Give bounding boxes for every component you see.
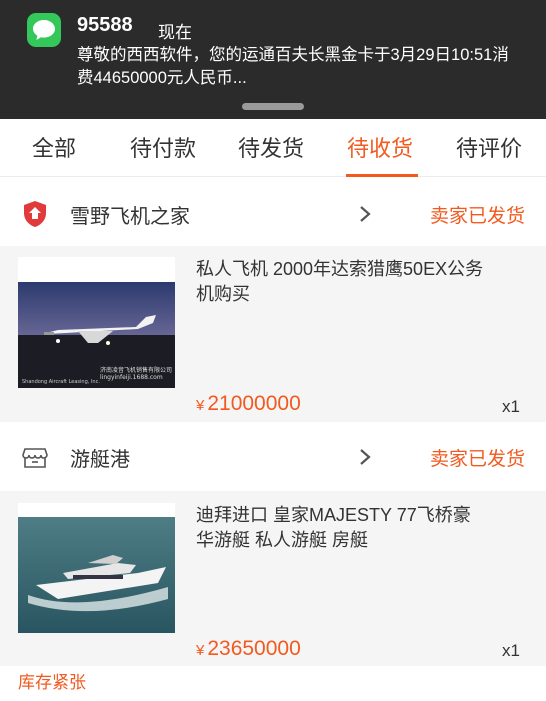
tab-pending-review[interactable]: 待评价 (456, 131, 522, 163)
price-value: 21000000 (207, 392, 301, 415)
tab-pending-shipment[interactable]: 待发货 (238, 131, 304, 163)
sms-notification-banner[interactable]: 95588 现在 尊敬的西西软件，您的运通百夫长黑金卡于3月29日10:51消费… (0, 0, 546, 119)
tab-pending-payment[interactable]: 待付款 (130, 131, 196, 163)
shop-name[interactable]: 游艇港 (70, 443, 130, 472)
shop-row[interactable]: 游艇港 卖家已发货 (0, 425, 546, 489)
yacht-photo (18, 517, 175, 633)
order-status-tabs: 全部 待付款 待发货 待收货 待评价 (0, 119, 546, 177)
price-value: 23650000 (207, 637, 301, 660)
currency-symbol: ¥ (196, 642, 205, 659)
shop-row[interactable]: 雪野飞机之家 卖家已发货 (0, 182, 546, 246)
chevron-right-icon[interactable] (358, 204, 372, 224)
notification-message: 尊敬的西西软件，您的运通百夫长黑金卡于3月29日10:51消费44650000元… (77, 46, 509, 87)
notification-time: 现在 (158, 23, 192, 42)
tab-pending-receipt[interactable]: 待收货 (347, 131, 413, 163)
product-image-private-jet[interactable]: 济南凌音飞机销售有限公司 lingyinfeiji.1688.com Shand… (18, 257, 175, 388)
shield-logo-icon (24, 201, 46, 227)
active-tab-indicator (346, 174, 418, 177)
tab-all[interactable]: 全部 (32, 131, 76, 163)
product-title[interactable]: 私人飞机 2000年达索猎鹰50EX公务机购买 (196, 257, 486, 307)
product-price: ¥23650000 (196, 637, 301, 661)
order-status-label: 卖家已发货 (429, 449, 525, 470)
product-quantity: x1 (502, 641, 520, 660)
product-price: ¥21000000 (196, 392, 301, 416)
product-image-yacht[interactable] (18, 503, 175, 633)
product-card[interactable]: 迪拜进口 皇家MAJESTY 77飞桥豪华游艇 私人游艇 房艇 ¥2365000… (0, 491, 546, 666)
shop-name[interactable]: 雪野飞机之家 (70, 200, 190, 229)
notification-sender: 95588 (77, 14, 133, 36)
low-stock-badge: 库存紧张 (18, 673, 86, 692)
product-card[interactable]: 济南凌音飞机销售有限公司 lingyinfeiji.1688.com Shand… (0, 246, 546, 422)
image-watermark-company: 济南凌音飞机销售有限公司 (100, 367, 173, 374)
messages-app-icon (27, 13, 61, 47)
image-watermark-url: lingyinfeiji.1688.com (100, 374, 163, 381)
currency-symbol: ¥ (196, 397, 205, 414)
notification-grabber-handle[interactable] (242, 103, 304, 110)
image-watermark-brand: Shandong Aircraft Leasing, Inc. (22, 379, 100, 385)
store-icon (22, 448, 48, 468)
chevron-right-icon[interactable] (358, 447, 372, 467)
order-status-label: 卖家已发货 (429, 206, 525, 227)
product-quantity: x1 (502, 397, 520, 416)
product-title[interactable]: 迪拜进口 皇家MAJESTY 77飞桥豪华游艇 私人游艇 房艇 (196, 503, 486, 553)
